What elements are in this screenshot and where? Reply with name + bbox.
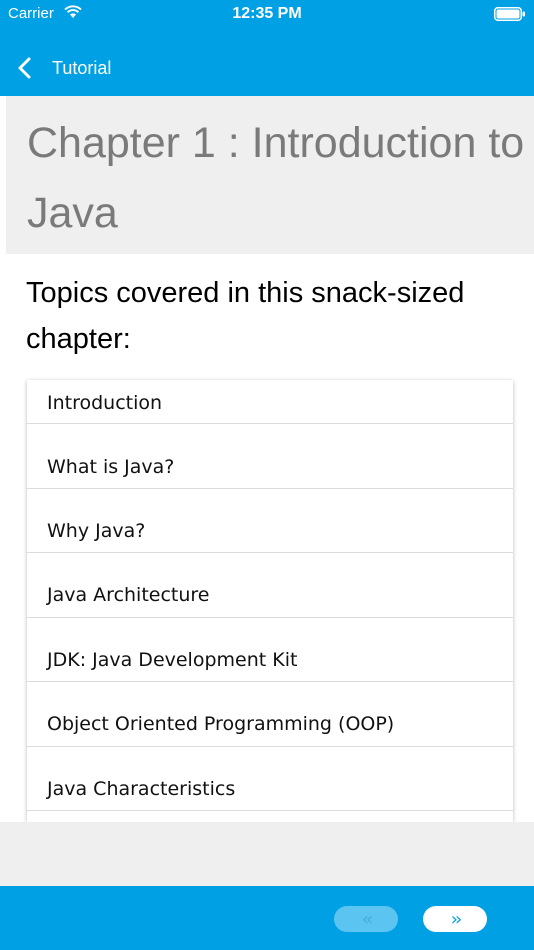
clock: 12:35 PM: [232, 5, 302, 22]
topic-label: Java Architecture: [47, 584, 210, 606]
topic-item-java-architecture[interactable]: Java Architecture: [27, 553, 513, 618]
topic-label: Introduction: [47, 392, 163, 414]
topics-list: Introduction What is Java? Why Java? Jav…: [27, 380, 513, 822]
topic-label: What is Java?: [47, 456, 175, 478]
double-chevron-left-icon: ‹‹: [361, 908, 374, 930]
topic-item-what-is-java[interactable]: What is Java?: [27, 424, 513, 489]
footer-area: [0, 822, 534, 886]
back-button-label: Tutorial: [52, 57, 112, 78]
double-chevron-right-icon: ››: [450, 908, 463, 930]
topics-heading: Topics covered in this snack-sized chapt…: [26, 277, 465, 355]
topic-item-why-java[interactable]: Why Java?: [27, 489, 513, 553]
back-button[interactable]: Tutorial: [16, 52, 111, 84]
status-bar: Carrier 12:35 PM: [0, 0, 534, 28]
battery-icon: [494, 7, 525, 21]
topic-item-oop[interactable]: Object Oriented Programming (OOP): [27, 682, 513, 747]
topic-item-jdk[interactable]: JDK: Java Development Kit: [27, 618, 513, 682]
topic-item-java-characteristics[interactable]: Java Characteristics: [27, 747, 513, 811]
topic-label: Why Java?: [47, 520, 146, 542]
chapter-header: Chapter 1 : Introduction to Java: [6, 96, 534, 254]
topic-label: Object Oriented Programming (OOP): [47, 713, 395, 735]
chapter-title: Chapter 1 : Introduction to Java: [27, 119, 525, 237]
top-bar: Carrier 12:35 PM Tutorial: [0, 0, 534, 96]
topic-label: Java Characteristics: [47, 778, 236, 800]
next-page-button[interactable]: ››: [423, 906, 487, 932]
topic-label: JDK: Java Development Kit: [47, 649, 298, 671]
chevron-left-icon: [18, 57, 31, 79]
bottom-toolbar: ‹‹ ››: [0, 886, 534, 950]
previous-page-button: ‹‹: [334, 906, 398, 932]
topic-item-introduction[interactable]: Introduction: [27, 380, 513, 424]
